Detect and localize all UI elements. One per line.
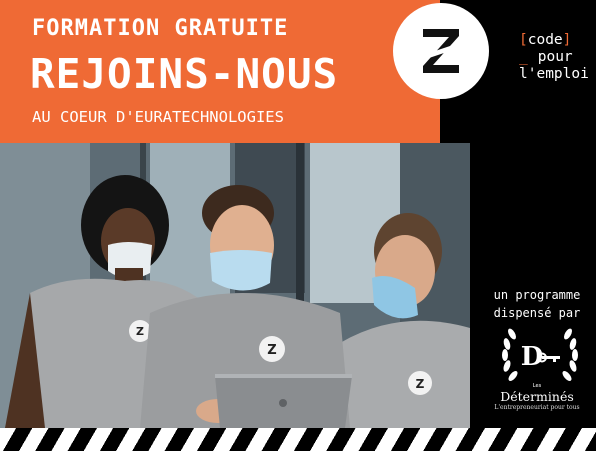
svg-text:Z: Z bbox=[136, 325, 144, 338]
banner-location: AU COEUR D'EURATECHNOLOGIES bbox=[32, 108, 284, 126]
determines-name: Déterminés bbox=[500, 389, 574, 404]
banner-title: REJOINS-NOUS bbox=[30, 50, 339, 98]
determines-tagline: L'entrepreneuriat pour tous bbox=[494, 404, 580, 411]
poster: Z Z Z FORMATION GRATUITE REJOINS-NOUS AU… bbox=[0, 0, 596, 451]
cpe-underscore: _ bbox=[519, 49, 528, 65]
headline-banner: FORMATION GRATUITE REJOINS-NOUS AU COEUR… bbox=[0, 0, 440, 143]
programme-credit: un programme dispensé par bbox=[478, 286, 596, 322]
code-pour-emploi-logo: [code] _ pour l'emploi bbox=[519, 32, 589, 83]
programme-line1: un programme bbox=[493, 288, 581, 302]
svg-text:Z: Z bbox=[267, 343, 276, 358]
team-photo: Z Z Z bbox=[0, 143, 470, 428]
cpe-pour: pour bbox=[537, 49, 573, 65]
team-photo-illustration: Z Z Z bbox=[0, 143, 470, 428]
striped-footer-band bbox=[0, 428, 596, 451]
cpe-code: code bbox=[527, 32, 563, 48]
cpe-bracket-close: ] bbox=[562, 32, 572, 48]
z-circle-logo-icon bbox=[393, 3, 489, 99]
cpe-bracket-open: [ bbox=[519, 32, 528, 48]
banner-subtitle: FORMATION GRATUITE bbox=[32, 16, 289, 41]
svg-text:Z: Z bbox=[416, 377, 425, 391]
determines-letter: D bbox=[521, 342, 544, 372]
cpe-emploi: l'emploi bbox=[519, 66, 589, 82]
